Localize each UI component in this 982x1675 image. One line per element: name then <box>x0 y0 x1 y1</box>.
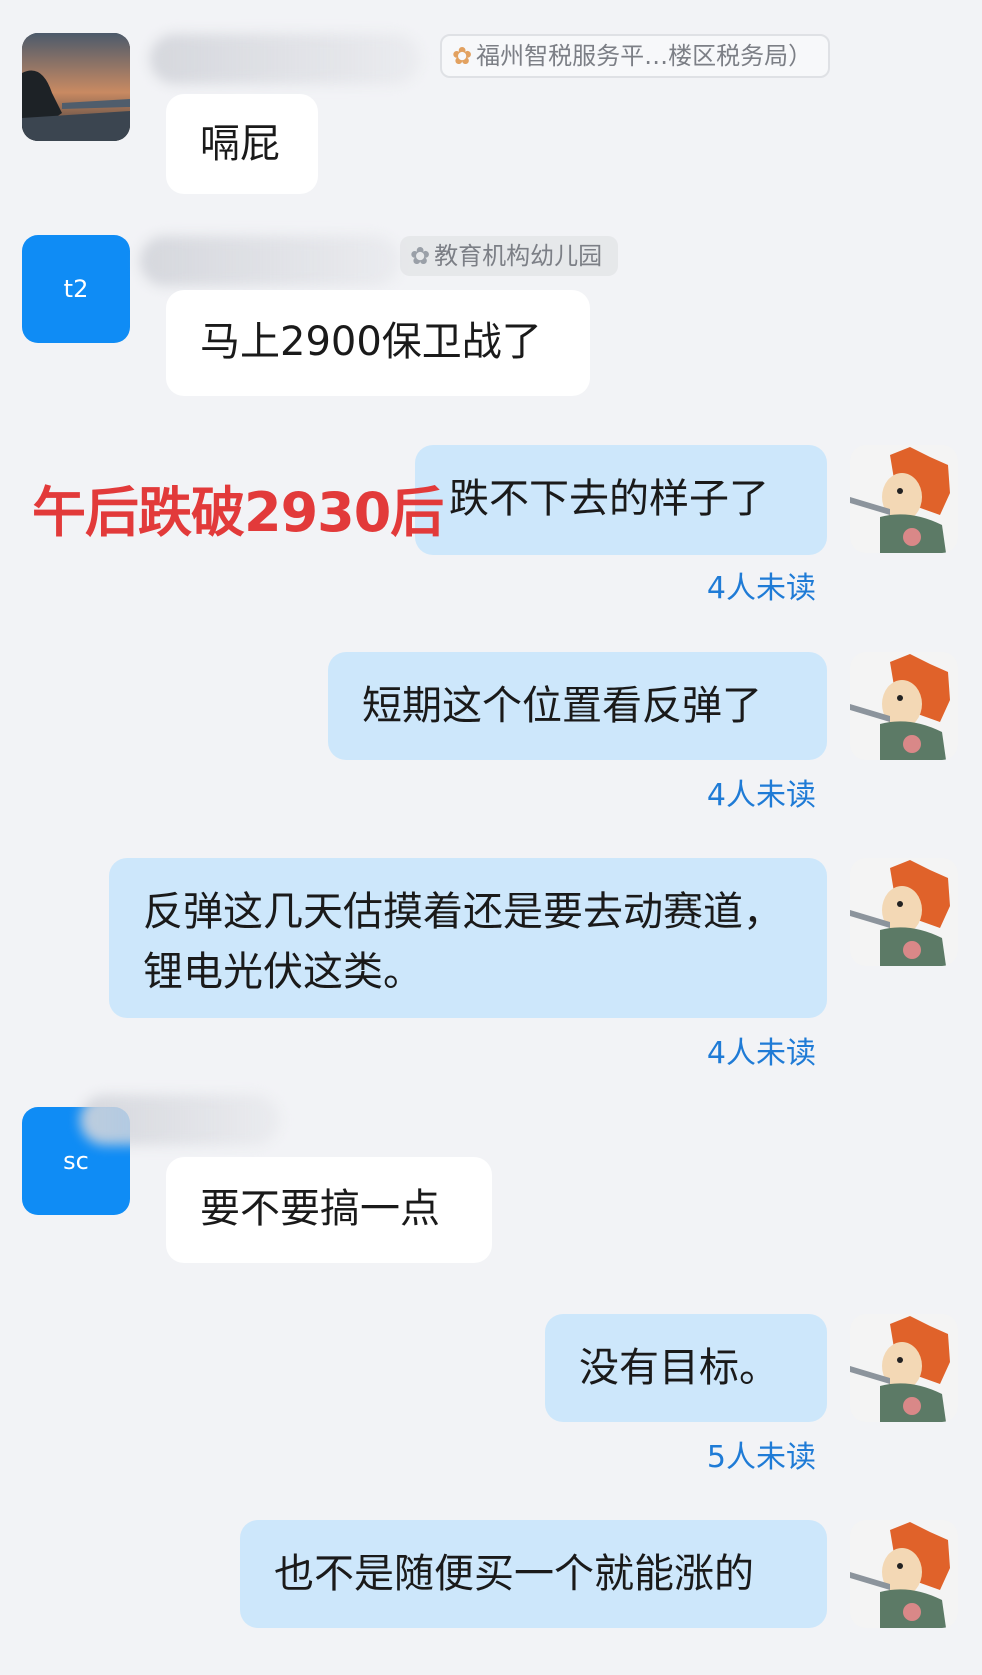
red-annotation-overlay: 午后跌破2930后 <box>32 481 444 544</box>
sender-group-label: 教育机构幼儿园 <box>434 242 603 270</box>
chat-window: ✿ 福州智税服务平…楼区税务局） 嗝屁 t2 ✿ 教育机构幼儿园 马上2900保卫战… <box>0 0 982 1675</box>
message-text: 短期这个位置看反弹了 <box>362 683 762 729</box>
flower-icon: ✿ <box>452 42 473 70</box>
cartoon-lion-avatar-icon <box>850 445 958 553</box>
avatar-initials: sc <box>63 1147 89 1175</box>
message-text: 嗝屁 <box>200 121 280 167</box>
my-avatar[interactable] <box>850 445 958 553</box>
message-text: 反弹这几天估摸着还是要去动赛道，锂电光伏这类。 <box>143 889 783 995</box>
message-bubble[interactable]: 嗝屁 <box>166 94 318 194</box>
sender-name-redacted <box>150 34 420 84</box>
my-avatar[interactable] <box>850 652 958 760</box>
my-avatar[interactable] <box>850 1520 958 1628</box>
message-bubble-own[interactable]: 没有目标。 <box>545 1314 827 1422</box>
landscape-photo-icon <box>22 33 130 141</box>
cartoon-lion-avatar-icon <box>850 858 958 966</box>
unread-count[interactable]: 5人未读 <box>600 1432 816 1476</box>
message-text: 马上2900保卫战了 <box>200 319 542 365</box>
cartoon-lion-avatar-icon <box>850 1520 958 1628</box>
avatar-initials: t2 <box>63 275 89 303</box>
unread-count[interactable]: 4人未读 <box>600 1028 816 1072</box>
unread-count[interactable]: 4人未读 <box>600 770 816 814</box>
message-bubble-own[interactable]: 跌不下去的样子了 <box>415 445 827 555</box>
cartoon-lion-avatar-icon <box>850 1314 958 1422</box>
message-bubble-own[interactable]: 短期这个位置看反弹了 <box>328 652 827 760</box>
message-text: 也不是随便买一个就能涨的 <box>274 1551 754 1597</box>
sender-name-redacted <box>140 236 400 286</box>
message-text: 没有目标。 <box>579 1345 779 1391</box>
sender-group-label: 福州智税服务平…楼区税务局） <box>476 42 813 70</box>
message-bubble-own[interactable]: 反弹这几天估摸着还是要去动赛道，锂电光伏这类。 <box>109 858 827 1018</box>
unread-count[interactable]: 4人未读 <box>600 563 816 607</box>
cartoon-lion-avatar-icon <box>850 652 958 760</box>
message-bubble-own[interactable]: 也不是随便买一个就能涨的 <box>240 1520 827 1628</box>
message-bubble[interactable]: 马上2900保卫战了 <box>166 290 590 396</box>
sender-name-redacted <box>80 1095 280 1145</box>
sender-group-tag: ✿ 福州智税服务平…楼区税务局） <box>440 34 831 78</box>
my-avatar[interactable] <box>850 1314 958 1422</box>
message-text: 跌不下去的样子了 <box>449 476 769 522</box>
flower-icon: ✿ <box>410 242 431 270</box>
message-bubble[interactable]: 要不要搞一点 <box>166 1157 492 1263</box>
my-avatar[interactable] <box>850 858 958 966</box>
sender-group-tag: ✿ 教育机构幼儿园 <box>400 236 619 276</box>
avatar-t2[interactable]: t2 <box>22 235 130 343</box>
avatar-landscape[interactable] <box>22 33 130 141</box>
message-text: 要不要搞一点 <box>200 1186 440 1232</box>
